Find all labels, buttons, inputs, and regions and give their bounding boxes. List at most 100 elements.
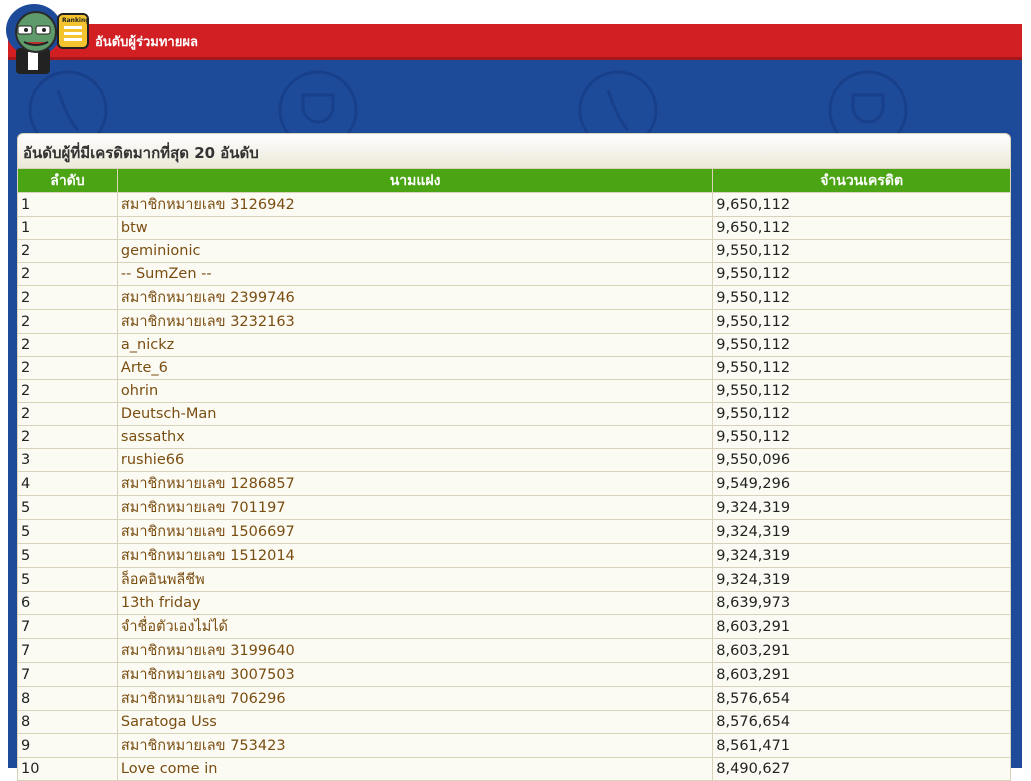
credits-cell: 9,550,112 [712,425,1011,449]
name-cell[interactable]: สมาชิกหมายเลข 3126942 [116,192,714,217]
table-row: 4 สมาชิกหมายเลข 1286857 9,549,296 [17,471,1011,496]
name-cell[interactable]: sassathx [116,425,714,449]
credits-cell: 9,550,112 [712,356,1011,380]
ranking-card: อันดับผู้ที่มีเครดิตมากที่สุด 20 อันดับ … [17,133,1011,781]
name-cell[interactable]: Love come in [116,757,714,781]
name-cell[interactable]: geminionic [116,239,714,263]
table-row: 8 Saratoga Uss 8,576,654 [17,710,1011,734]
credits-cell: 9,324,319 [712,495,1011,520]
ranking-title: อันดับผู้ที่มีเครดิตมากที่สุด 20 อันดับ [18,134,1010,168]
table-row: 2 -- SumZen -- 9,550,112 [17,262,1011,286]
rank-cell: 2 [17,356,118,380]
name-cell[interactable]: rushie66 [116,448,714,472]
table-row: 8 สมาชิกหมายเลข 706296 8,576,654 [17,686,1011,711]
column-header-name[interactable]: นามแฝง [116,168,714,193]
rank-cell: 2 [17,262,118,286]
name-cell[interactable]: สมาชิกหมายเลข 1286857 [116,471,714,496]
table-row: 2 Deutsch-Man 9,550,112 [17,402,1011,426]
name-cell[interactable]: -- SumZen -- [116,262,714,286]
rank-cell: 7 [17,662,118,687]
rank-cell: 7 [17,614,118,639]
name-cell[interactable]: Deutsch-Man [116,402,714,426]
column-header-credits[interactable]: จำนวนเครดิต [712,168,1011,193]
trophy-pattern-icon [28,70,908,140]
credits-cell: 9,324,319 [712,567,1011,592]
table-row: 2 สมาชิกหมายเลข 2399746 9,550,112 [17,285,1011,310]
name-cell[interactable]: Saratoga Uss [116,710,714,734]
rank-cell: 4 [17,471,118,496]
name-cell[interactable]: ล็อคอินพลีชีพ [116,567,714,592]
name-cell[interactable]: สมาชิกหมายเลข 753423 [116,733,714,758]
rank-cell: 6 [17,591,118,615]
rank-cell: 5 [17,495,118,520]
table-row: 2 สมาชิกหมายเลข 3232163 9,550,112 [17,309,1011,334]
table-header-row: ลำดับ นามแฝง จำนวนเครดิต [17,168,1011,193]
credits-cell: 9,550,112 [712,379,1011,403]
credits-cell: 9,324,319 [712,519,1011,544]
rank-cell: 2 [17,285,118,310]
credits-cell: 9,549,296 [712,471,1011,496]
table-row: 9 สมาชิกหมายเลข 753423 8,561,471 [17,733,1011,758]
mascot-logo-icon: Ranking [6,4,90,74]
rank-cell: 2 [17,425,118,449]
rank-cell: 2 [17,379,118,403]
credits-cell: 8,603,291 [712,614,1011,639]
name-cell[interactable]: สมาชิกหมายเลข 3007503 [116,662,714,687]
table-row: 5 สมาชิกหมายเลข 701197 9,324,319 [17,495,1011,520]
name-cell[interactable]: btw [116,216,714,240]
table-row: 6 13th friday 8,639,973 [17,591,1011,615]
page-title: อันดับผู้ร่วมทายผล [95,35,198,50]
column-header-rank[interactable]: ลำดับ [17,168,118,193]
rank-cell: 2 [17,239,118,263]
credits-cell: 9,550,112 [712,402,1011,426]
table-row: 5 ล็อคอินพลีชีพ 9,324,319 [17,567,1011,592]
credits-cell: 9,550,112 [712,333,1011,357]
credits-cell: 9,550,112 [712,239,1011,263]
table-row: 2 ohrin 9,550,112 [17,379,1011,403]
name-cell[interactable]: สมาชิกหมายเลข 2399746 [116,285,714,310]
rank-cell: 1 [17,216,118,240]
name-cell[interactable]: Arte_6 [116,356,714,380]
credits-cell: 8,603,291 [712,662,1011,687]
name-cell[interactable]: สมาชิกหมายเลข 701197 [116,495,714,520]
rank-cell: 7 [17,638,118,663]
credits-cell: 8,490,627 [712,757,1011,781]
table-row: 7 สมาชิกหมายเลข 3199640 8,603,291 [17,638,1011,663]
credits-cell: 9,324,319 [712,543,1011,568]
table-row: 1 สมาชิกหมายเลข 3126942 9,650,112 [17,192,1011,217]
rank-cell: 8 [17,710,118,734]
rank-cell: 2 [17,402,118,426]
credits-cell: 9,650,112 [712,216,1011,240]
table-row: 7 สมาชิกหมายเลข 3007503 8,603,291 [17,662,1011,687]
name-cell[interactable]: สมาชิกหมายเลข 706296 [116,686,714,711]
credits-cell: 9,550,112 [712,285,1011,310]
rank-cell: 9 [17,733,118,758]
name-cell[interactable]: สมาชิกหมายเลข 3232163 [116,309,714,334]
ranking-table: ลำดับ นามแฝง จำนวนเครดิต 1 สมาชิกหมายเลข … [17,168,1011,781]
table-row: 3 rushie66 9,550,096 [17,448,1011,472]
rank-cell: 3 [17,448,118,472]
name-cell[interactable]: สมาชิกหมายเลข 1506697 [116,519,714,544]
table-row: 10 Love come in 8,490,627 [17,757,1011,781]
rank-cell: 1 [17,192,118,217]
rank-cell: 5 [17,567,118,592]
rank-cell: 5 [17,519,118,544]
rank-cell: 10 [17,757,118,781]
name-cell[interactable]: จำชื่อตัวเองไม่ได้ [116,614,714,639]
table-row: 5 สมาชิกหมายเลข 1506697 9,324,319 [17,519,1011,544]
table-row: 2 a_nickz 9,550,112 [17,333,1011,357]
name-cell[interactable]: สมาชิกหมายเลข 1512014 [116,543,714,568]
name-cell[interactable]: 13th friday [116,591,714,615]
name-cell[interactable]: a_nickz [116,333,714,357]
table-row: 1 btw 9,650,112 [17,216,1011,240]
name-cell[interactable]: ohrin [116,379,714,403]
rank-cell: 2 [17,309,118,334]
rank-cell: 2 [17,333,118,357]
credits-cell: 8,603,291 [712,638,1011,663]
ranking-badge: Ranking [62,17,90,24]
rank-cell: 5 [17,543,118,568]
table-row: 2 Arte_6 9,550,112 [17,356,1011,380]
name-cell[interactable]: สมาชิกหมายเลข 3199640 [116,638,714,663]
credits-cell: 9,650,112 [712,192,1011,217]
credits-cell: 8,561,471 [712,733,1011,758]
